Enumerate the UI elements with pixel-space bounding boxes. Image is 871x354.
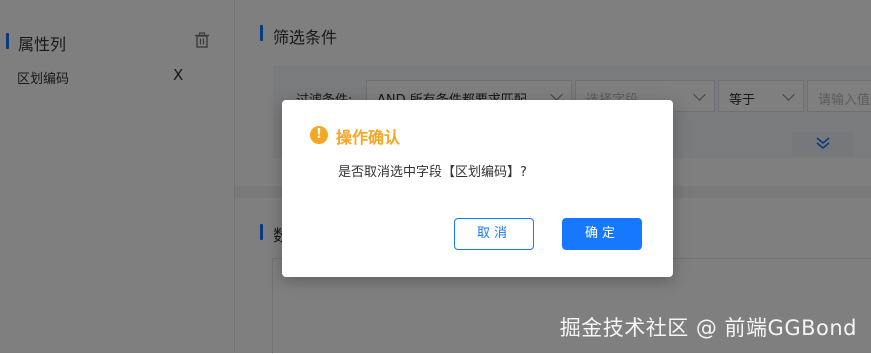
- dialog-title: 操作确认: [336, 128, 401, 147]
- confirm-button[interactable]: 确定: [562, 218, 642, 250]
- warning-icon: !: [310, 126, 328, 144]
- confirm-dialog: ! 操作确认 是否取消选中字段【区划编码】? 取消 确定: [282, 100, 673, 277]
- dialog-message: 是否取消选中字段【区划编码】?: [338, 165, 527, 180]
- cancel-button[interactable]: 取消: [454, 218, 534, 250]
- watermark: 掘金技术社区 @ 前端GGBond: [559, 316, 857, 340]
